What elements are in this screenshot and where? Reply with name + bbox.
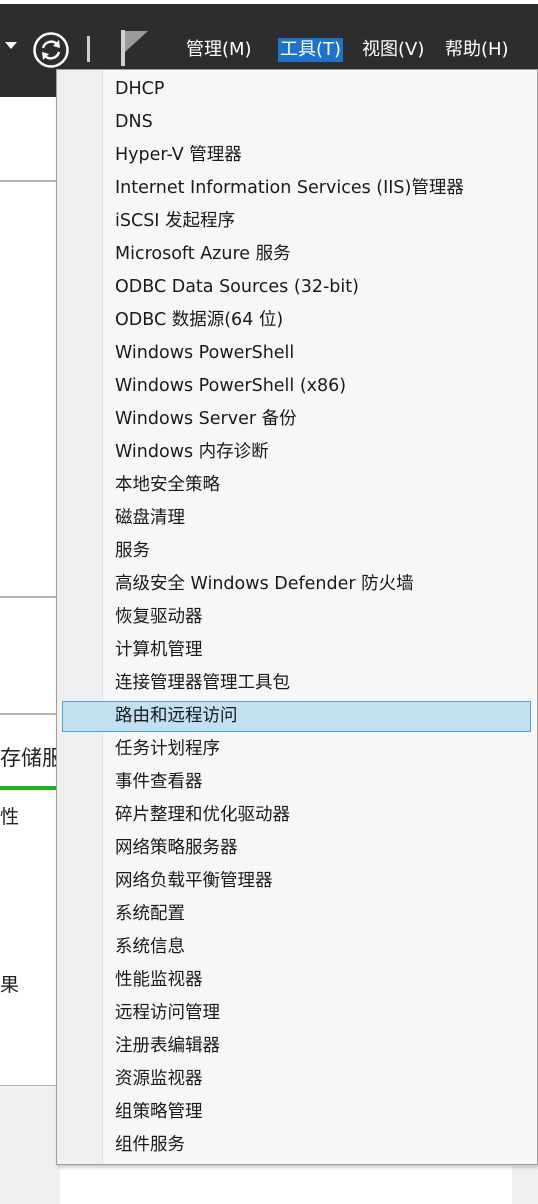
server-manager-window: 管理(M) 工具(T) 视图(V) 帮助(H) 存储服 性 果 DHCP DNS H…	[0, 0, 538, 1204]
tools-menu-item-label: 连接管理器管理工具包	[115, 673, 290, 693]
tools-menu-item-label: Windows 内存诊断	[115, 442, 269, 462]
tools-menu-item[interactable]: 恢复驱动器	[57, 601, 537, 634]
tools-menu-item[interactable]: 网络负载平衡管理器	[57, 865, 537, 898]
tools-menu-item-label: Hyper-V 管理器	[115, 145, 242, 165]
tools-menu-item[interactable]: Windows PowerShell (x86)	[57, 370, 537, 403]
tools-menu-item[interactable]: 本地安全策略	[57, 469, 537, 502]
tools-menu-item[interactable]: 磁盘清理	[57, 502, 537, 535]
tools-menu-item[interactable]: 任务计划程序	[57, 733, 537, 766]
tools-menu-item[interactable]: 系统配置	[57, 898, 537, 931]
tools-menu-item-label: 网络策略服务器	[115, 838, 238, 858]
tools-menu-item-label: 组件服务	[115, 1135, 185, 1155]
background-footer-panel	[0, 1086, 60, 1204]
tools-menu-item-label: Windows PowerShell (x86)	[115, 376, 347, 396]
tools-menu-item-label: ODBC Data Sources (32-bit)	[115, 277, 359, 297]
tools-menu-item[interactable]: 高级安全 Windows Defender 防火墙	[57, 568, 537, 601]
menu-help[interactable]: 帮助(H)	[443, 38, 511, 62]
menu-manage[interactable]: 管理(M)	[184, 38, 254, 62]
tools-menu-item-label: 高级安全 Windows Defender 防火墙	[115, 574, 414, 594]
tools-menu-item[interactable]: Windows Server 备份	[57, 403, 537, 436]
tools-menu-item-label: 注册表编辑器	[115, 1036, 220, 1056]
toolbar-separator	[87, 36, 90, 62]
tools-menu-item-label: Microsoft Azure 服务	[115, 244, 291, 264]
tools-menu-item-label: 路由和远程访问	[115, 706, 238, 726]
refresh-icon[interactable]	[32, 31, 70, 69]
tools-menu-item-label: 磁盘清理	[115, 508, 185, 528]
menu-tools[interactable]: 工具(T)	[278, 38, 344, 62]
tools-menu-item-label: DHCP	[115, 79, 165, 99]
tools-menu-item-label: 恢复驱动器	[115, 607, 203, 627]
tools-menu-item[interactable]: 注册表编辑器	[57, 1030, 537, 1063]
tools-menu-item[interactable]: iSCSI 发起程序	[57, 205, 537, 238]
storage-services-heading[interactable]: 存储服	[0, 742, 58, 772]
tools-menu-list: DHCP DNS Hyper-V 管理器 Internet Information S…	[57, 73, 537, 1162]
tools-menu-item[interactable]: ODBC Data Sources (32-bit)	[57, 271, 537, 304]
tools-menu-item[interactable]: 资源监视器	[57, 1063, 537, 1096]
tools-menu-item[interactable]: 性能监视器	[57, 964, 537, 997]
tools-menu-item[interactable]: 系统信息	[57, 931, 537, 964]
background-divider	[0, 180, 60, 182]
background-scroll-area	[512, 1166, 538, 1204]
tools-menu-item-label: DNS	[115, 112, 153, 132]
tools-menu-item[interactable]: Internet Information Services (IIS)管理器	[57, 172, 537, 205]
tools-menu-item[interactable]: 组件服务	[57, 1129, 537, 1162]
tools-menu-item-label: 系统配置	[115, 904, 185, 924]
tools-menu-item[interactable]: 事件查看器	[57, 766, 537, 799]
tools-menu-item-label: 任务计划程序	[115, 739, 220, 759]
tools-menu-item-label: 本地安全策略	[115, 475, 220, 495]
tools-menu-item[interactable]: Microsoft Azure 服务	[57, 238, 537, 271]
tools-menu-item[interactable]: 连接管理器管理工具包	[57, 667, 537, 700]
tools-menu-item[interactable]: 网络策略服务器	[57, 832, 537, 865]
tools-menu-item[interactable]: DHCP	[57, 73, 537, 106]
tools-menu-item[interactable]: 组策略管理	[57, 1096, 537, 1129]
tools-menu-item[interactable]: 路由和远程访问	[57, 700, 537, 733]
tools-menu-item[interactable]: DNS	[57, 106, 537, 139]
tools-menu-item-label: Windows PowerShell	[115, 343, 295, 363]
tools-menu-item[interactable]: 计算机管理	[57, 634, 537, 667]
tools-menu-item-label: Windows Server 备份	[115, 409, 297, 429]
tools-menu-item-label: 远程访问管理	[115, 1003, 220, 1023]
tools-menu-item[interactable]: Windows 内存诊断	[57, 436, 537, 469]
tools-menu-item-label: ODBC 数据源(64 位)	[115, 310, 284, 330]
back-dropdown-icon[interactable]	[5, 42, 17, 49]
tools-menu-item-label: 系统信息	[115, 937, 185, 957]
tools-menu-item[interactable]: 服务	[57, 535, 537, 568]
background-list-item[interactable]: 果	[0, 970, 20, 997]
tools-menu-item-label: iSCSI 发起程序	[115, 211, 236, 231]
tools-menu-item-label: 组策略管理	[115, 1102, 203, 1122]
tools-menu-item[interactable]: 远程访问管理	[57, 997, 537, 1030]
tools-menu-item[interactable]: ODBC 数据源(64 位)	[57, 304, 537, 337]
tools-menu-item-label: 服务	[115, 541, 150, 561]
tools-menu-item-label: 事件查看器	[115, 772, 203, 792]
tools-menu-item-label: 计算机管理	[115, 640, 203, 660]
notifications-flag-icon[interactable]	[118, 28, 152, 68]
menu-view[interactable]: 视图(V)	[360, 38, 426, 62]
tools-menu-item-label: 资源监视器	[115, 1069, 203, 1089]
background-divider	[0, 596, 60, 598]
status-green-bar	[0, 786, 58, 790]
tools-menu-item[interactable]: Hyper-V 管理器	[57, 139, 537, 172]
tools-menu-item-label: 网络负载平衡管理器	[115, 871, 273, 891]
background-list-item[interactable]: 性	[0, 802, 20, 829]
tools-menu-item-label: Internet Information Services (IIS)管理器	[115, 178, 464, 198]
tools-menu-item-label: 性能监视器	[115, 970, 203, 990]
tools-dropdown-menu: DHCP DNS Hyper-V 管理器 Internet Information S…	[56, 69, 538, 1165]
background-divider	[0, 713, 60, 715]
tools-menu-item[interactable]: Windows PowerShell	[57, 337, 537, 370]
tools-menu-item[interactable]: 碎片整理和优化驱动器	[57, 799, 537, 832]
tools-menu-item-label: 碎片整理和优化驱动器	[115, 805, 290, 825]
